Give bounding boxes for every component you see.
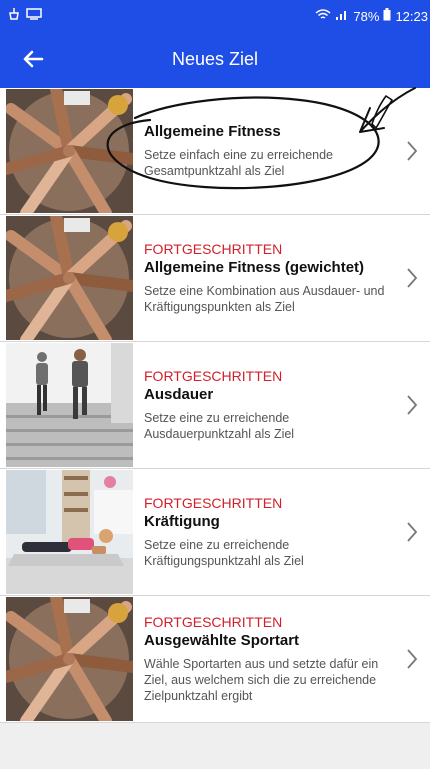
advanced-tag: FORTGESCHRITTEN <box>144 614 283 630</box>
chevron-right-icon <box>407 522 418 542</box>
goal-item-endurance[interactable]: FORTGESCHRITTEN Ausdauer Setze eine zu e… <box>0 342 430 469</box>
page-title: Neues Ziel <box>171 49 259 69</box>
goal-item-general-fitness[interactable]: Allgemeine Fitness Setze einfach eine zu… <box>0 88 430 215</box>
goal-title: Allgemeine Fitness <box>144 123 281 140</box>
goal-list: Allgemeine Fitness Setze einfach eine zu… <box>0 88 430 723</box>
goal-item-text: Allgemeine Fitness Setze einfach eine zu… <box>144 88 392 214</box>
advanced-tag: FORTGESCHRITTEN <box>144 495 283 511</box>
battery-icon <box>383 8 391 24</box>
goal-item-text: FORTGESCHRITTEN Ausdauer Setze eine zu e… <box>144 342 392 468</box>
goal-description: Setze eine Kombination aus Ausdauer- und… <box>144 284 385 314</box>
goal-title: Ausdauer <box>144 386 214 403</box>
wifi-icon <box>315 8 331 24</box>
goal-title: Ausgewählte Sportart <box>144 632 300 649</box>
advanced-tag: FORTGESCHRITTEN <box>144 368 283 384</box>
hands-circle-photo <box>6 89 133 213</box>
goal-item-strength[interactable]: FORTGESCHRITTEN Kräftigung Setze eine zu… <box>0 469 430 596</box>
goal-item-text: FORTGESCHRITTEN Ausgewählte Sportart Wäh… <box>144 596 392 722</box>
chevron-right-icon <box>407 268 418 288</box>
goal-description: Setze eine zu erreichende Kräftigungspun… <box>144 538 304 568</box>
signal-icon <box>335 9 349 24</box>
runners-stairs-photo <box>6 343 133 467</box>
goal-description: Setze eine zu erreichende Ausdauerpunktz… <box>144 411 295 441</box>
goal-item-text: FORTGESCHRITTEN Kräftigung Setze eine zu… <box>144 469 392 595</box>
hands-circle-photo <box>6 216 133 340</box>
plank-photo <box>6 470 133 594</box>
hands-circle-photo <box>6 597 133 721</box>
app-bar: Neues Ziel <box>0 30 430 88</box>
chevron-right-icon <box>407 141 418 161</box>
battery-percent: 78% <box>353 8 380 24</box>
clock: 12:23 <box>395 8 428 24</box>
status-bar: 78% 12:23 <box>0 0 430 30</box>
goal-title: Allgemeine Fitness (gewichtet) <box>144 259 365 276</box>
goal-item-general-fitness-weighted[interactable]: FORTGESCHRITTEN Allgemeine Fitness (gewi… <box>0 215 430 342</box>
goal-item-selected-sport[interactable]: FORTGESCHRITTEN Ausgewählte Sportart Wäh… <box>0 596 430 723</box>
goal-description: Setze einfach eine zu erreichende Gesamt… <box>144 148 334 178</box>
goal-item-text: FORTGESCHRITTEN Allgemeine Fitness (gewi… <box>144 215 392 341</box>
goal-description: Wähle Sportarten aus und setzte dafür ei… <box>144 657 379 703</box>
chevron-right-icon <box>407 649 418 669</box>
goal-title: Kräftigung <box>144 513 220 530</box>
screen-icon <box>26 8 42 23</box>
advanced-tag: FORTGESCHRITTEN <box>144 241 283 257</box>
chevron-right-icon <box>407 395 418 415</box>
notification-icon <box>8 7 20 24</box>
